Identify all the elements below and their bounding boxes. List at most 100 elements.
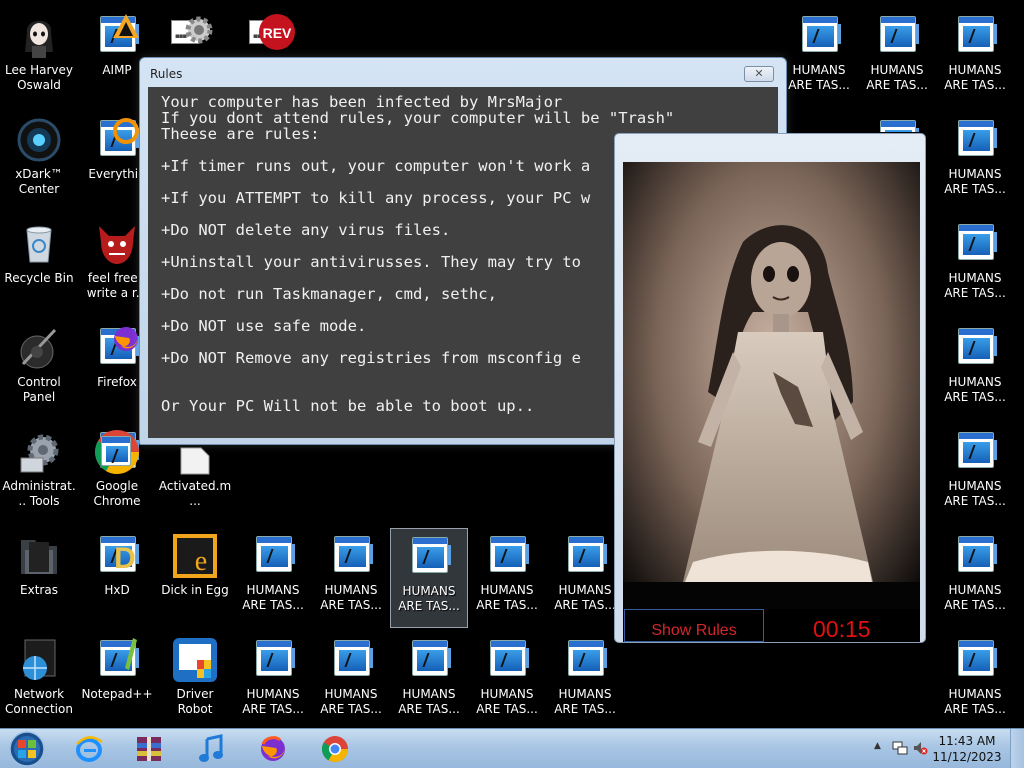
humans-file-icon[interactable] [936, 112, 1014, 132]
humans-exe-icon [561, 636, 609, 684]
rules-window-title: Rules [150, 67, 183, 81]
demon-mask-icon [93, 220, 141, 268]
humans-file-icon[interactable]: HUMANS ARE TAS... [936, 424, 1014, 524]
desktop-icon-label: HUMANS ARE TAS... [944, 271, 1006, 300]
aimp-icon [93, 12, 141, 60]
humans-exe-icon [405, 533, 453, 581]
svg-text:REV: REV [263, 25, 292, 41]
humans-exe-icon [951, 636, 999, 684]
humans-exe-icon [951, 428, 999, 476]
humans-file-icon[interactable]: HUMANS ARE TAS... [468, 632, 546, 732]
control-panel-icon [15, 324, 63, 372]
desktop-icon[interactable]: Lee Harvey Oswald [0, 8, 78, 108]
humans-exe-icon [873, 116, 921, 132]
humans-file-icon[interactable]: HUMANS ARE TAS... [858, 8, 936, 108]
humans-file-icon[interactable]: HUMANS ARE TAS... [234, 632, 312, 732]
desktop-icon[interactable]: Recycle Bin [0, 216, 78, 316]
humans-file-icon[interactable]: HUMANS ARE TAS... [936, 528, 1014, 628]
music-icon[interactable] [186, 731, 236, 767]
humans-exe-icon [483, 636, 531, 684]
desktop-icon-label: Lee Harvey Oswald [5, 63, 73, 92]
desktop-icon[interactable]: Driver Robot v2.5.4.2 [156, 632, 234, 732]
humans-file-icon[interactable]: HUMANS ARE TAS... [390, 528, 468, 628]
user-doll-icon [15, 12, 63, 60]
desktop-icon-label: Extras [20, 583, 58, 597]
humans-exe-icon [327, 532, 375, 580]
desktop-icon-label: HUMANS ARE TAS... [554, 687, 616, 716]
network-tray-icon[interactable] [892, 740, 908, 756]
desktop-icon-label: HUMANS ARE TAS... [944, 583, 1006, 612]
desktop-icon[interactable]: e Dick in Egg [156, 528, 234, 628]
taskbar: ▲ 11:43 AM 11/12/2023 [0, 728, 1024, 768]
desktop-icon-label: HUMANS ARE TAS... [944, 63, 1006, 92]
desktop-icon-label: HUMANS ARE TAS... [320, 687, 382, 716]
humans-file-icon[interactable] [858, 112, 936, 132]
show-desktop-button[interactable] [1010, 729, 1024, 768]
clock-time[interactable]: 11:43 AM [932, 734, 1002, 748]
humans-file-icon[interactable]: HUMANS ARE TAS... [546, 632, 624, 732]
humans-exe-icon [327, 636, 375, 684]
scary-image-window[interactable]: Show Rules 00:15 [614, 133, 926, 643]
network-icon [15, 636, 63, 684]
humans-file-icon[interactable]: HUMANS ARE TAS... [546, 528, 624, 628]
desktop-icon-label: Administrat... Tools [2, 479, 76, 508]
start-button[interactable] [4, 730, 50, 768]
admin-tools-icon [15, 428, 63, 476]
close-button[interactable]: ✕ [744, 66, 774, 82]
volume-muted-icon[interactable] [912, 740, 928, 756]
desktop-icon-label: HUMANS ARE TAS... [476, 687, 538, 716]
ghost-girl-image [623, 162, 920, 640]
firefox-taskbar-icon[interactable] [248, 731, 298, 767]
desktop-icon-label: Notepad++ [81, 687, 153, 701]
desktop-icon[interactable]: xDark™ Center [0, 112, 78, 212]
system-tray: ▲ 11:43 AM 11/12/2023 [864, 729, 1024, 768]
humans-exe-icon [405, 636, 453, 684]
desktop-icon-label: HUMANS ARE TAS... [554, 583, 616, 612]
chrome-taskbar-icon[interactable] [310, 731, 360, 767]
humans-file-icon[interactable]: HUMANS ARE TAS... [234, 528, 312, 628]
desktop-icon[interactable]: Control Panel [0, 320, 78, 420]
image-window-footer: Show Rules 00:15 [623, 609, 920, 642]
show-hidden-icons-icon[interactable]: ▲ [874, 741, 881, 751]
humans-exe-icon [951, 220, 999, 268]
humans-exe-icon [951, 324, 999, 372]
humans-exe-icon [561, 532, 609, 580]
humans-file-icon[interactable]: HUMANS ARE TAS... [936, 632, 1014, 732]
humans-exe-icon [249, 636, 297, 684]
desktop-icon[interactable]: Network Connections [0, 632, 78, 732]
humans-file-icon[interactable]: HUMANS ARE TAS... [936, 320, 1014, 420]
desktop-icon-label: Control Panel [17, 375, 61, 404]
hxd-icon: D [93, 532, 141, 580]
desktop-icon-label: HUMANS ARE TAS... [398, 584, 460, 613]
humans-exe-icon [483, 532, 531, 580]
show-rules-button[interactable]: Show Rules [624, 609, 764, 642]
desktop-icon-label: Network Connections [5, 687, 73, 716]
desktop-icon[interactable]: Extras [0, 528, 78, 628]
svg-text:e: e [195, 546, 207, 577]
desktop-icon[interactable]: Administrat... Tools [0, 424, 78, 524]
humans-file-icon[interactable]: HUMANS ARE TAS... [936, 216, 1014, 316]
humans-file-icon[interactable]: HUMANS ARE TAS... [312, 528, 390, 628]
clock-date[interactable]: 11/12/2023 [932, 750, 1002, 764]
desktop-icon-label: HUMANS ARE TAS... [242, 687, 304, 716]
humans-file-icon[interactable]: HUMANS ARE TAS... [390, 632, 468, 732]
countdown-timer: 00:15 [813, 616, 871, 642]
humans-file-icon[interactable]: HUMANS ARE TAS... [312, 632, 390, 732]
internet-explorer-icon[interactable] [64, 731, 114, 767]
desktop-icon[interactable]: Notepad++ [78, 632, 156, 732]
desktop-icon-label: HUMANS ARE TAS... [866, 63, 928, 92]
desktop-icon-label: HUMANS ARE TAS... [944, 167, 1006, 196]
humans-file-icon[interactable]: HUMANS ARE TAS... [468, 528, 546, 628]
humans-file-icon[interactable]: HUMANS ARE TAS... [936, 8, 1014, 108]
chrome-icon [93, 428, 141, 476]
desktop-icon[interactable]: D HxD [78, 528, 156, 628]
firefox-icon [93, 324, 141, 372]
winrar-icon[interactable] [124, 731, 174, 767]
humans-exe-icon [951, 12, 999, 60]
driver-robot-icon [171, 636, 219, 684]
humans-exe-icon [873, 12, 921, 60]
desktop-icon-label: HUMANS ARE TAS... [320, 583, 382, 612]
humans-exe-icon [249, 532, 297, 580]
humans-file-icon[interactable]: HUMANS ARE TAS... [780, 8, 858, 108]
rules-line: If you dont attend rules, your computer … [161, 109, 675, 127]
